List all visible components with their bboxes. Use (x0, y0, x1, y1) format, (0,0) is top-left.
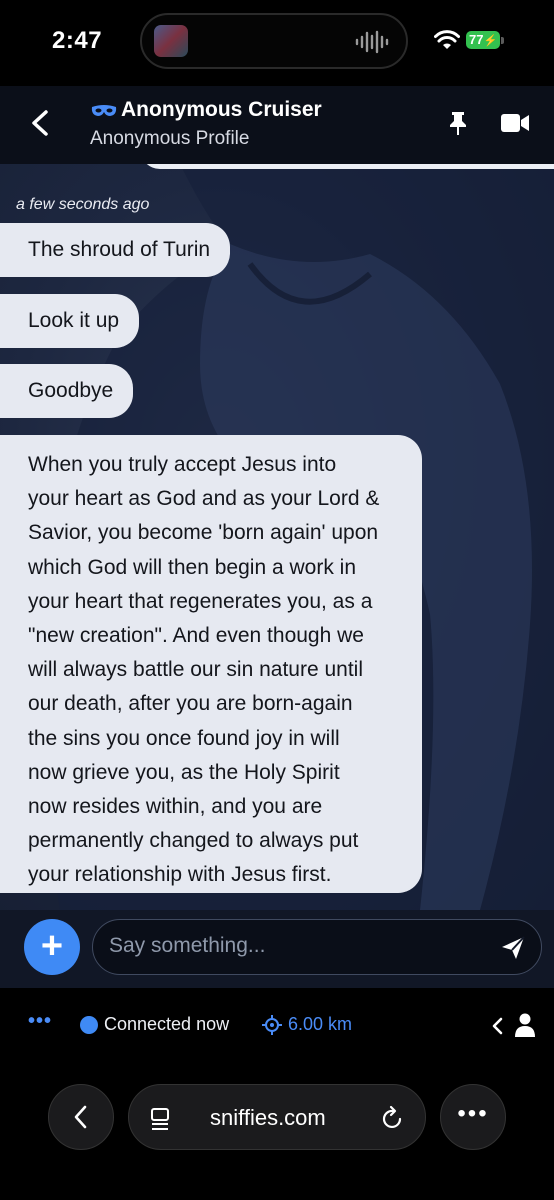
message-bubble[interactable]: Look it up (0, 294, 140, 348)
message-composer: + Say something... (0, 910, 554, 988)
footer: ••• Connected now 6.00 km sniffies.com •… (0, 988, 554, 1200)
distance-label: 6.00 km (288, 1014, 353, 1034)
person-icon[interactable] (514, 1012, 536, 1038)
browser-back-button[interactable] (48, 1084, 114, 1150)
now-playing-artwork (154, 25, 188, 57)
chat-header: Anonymous Cruiser Anonymous Profile (0, 86, 554, 164)
url-text: sniffies.com (210, 1105, 326, 1130)
message-line: your heart that regenerates you, as a (28, 589, 373, 613)
message-line: permanently changed to always put (28, 829, 359, 853)
message-text: The shroud of Turin (28, 238, 211, 261)
message-bubble[interactable]: When you truly accept Jesus into your he… (0, 435, 422, 893)
message-line: the sins you once found joy in will (28, 726, 340, 750)
battery-icon: 77⚡ (466, 31, 500, 49)
address-bar[interactable]: sniffies.com (128, 1084, 426, 1150)
message-line: our death, after you are born-again (28, 692, 353, 716)
tab-icon[interactable] (149, 1107, 171, 1131)
message-line: now grieve you, as the Holy Spirit (28, 760, 340, 784)
browser-more-button[interactable]: ••• (440, 1084, 506, 1150)
message-input[interactable]: Say something... (92, 919, 542, 975)
message-text: Look it up (28, 309, 120, 332)
battery-nub (501, 37, 504, 44)
message-input-placeholder: Say something... (109, 934, 266, 957)
status-bar: 2:47 77⚡ (0, 0, 554, 86)
message-bubble[interactable]: The shroud of Turin (0, 223, 231, 277)
wifi-icon (434, 30, 460, 49)
message-line: "new creation". And even though we (28, 624, 364, 648)
chevron-left-icon[interactable] (490, 1017, 504, 1035)
connection-status: Connected now (104, 1014, 230, 1034)
mask-icon (91, 105, 117, 116)
profile-subtitle: Anonymous Profile (90, 128, 250, 149)
chevron-left-icon (74, 1105, 87, 1129)
pin-icon[interactable] (446, 110, 470, 136)
message-bubble[interactable]: Goodbye (0, 364, 134, 418)
back-chevron-icon[interactable] (26, 108, 54, 138)
message-line: your relationship with Jesus first. (28, 863, 332, 887)
message-line: your heart as God and as your Lord & (28, 487, 380, 511)
message-line: When you truly accept Jesus into (28, 453, 337, 476)
reload-icon[interactable] (381, 1105, 405, 1131)
message-timestamp: a few seconds ago (16, 196, 150, 213)
message-text: Goodbye (28, 379, 114, 402)
location-target-icon (262, 1015, 282, 1035)
previous-message-bubble (140, 164, 554, 169)
chat-area[interactable]: a few seconds ago The shroud of Turin Lo… (0, 164, 554, 910)
profile-name[interactable]: Anonymous Cruiser (121, 98, 322, 122)
send-icon[interactable] (499, 934, 527, 962)
message-line: Savior, you become 'born again' upon (28, 521, 379, 545)
audio-waveform-icon (355, 30, 389, 54)
message-line: will always battle our sin nature until (28, 658, 363, 682)
message-line: which God will then begin a work in (28, 555, 357, 579)
status-time: 2:47 (52, 27, 103, 54)
battery-level: 77 (469, 32, 484, 47)
message-line: now resides within, and you are (28, 795, 323, 819)
dynamic-island[interactable] (140, 13, 408, 69)
online-status-dot (80, 1016, 98, 1034)
more-options-icon[interactable]: ••• (28, 1010, 52, 1033)
video-camera-icon[interactable] (500, 112, 530, 134)
add-attachment-button[interactable]: + (24, 919, 80, 975)
